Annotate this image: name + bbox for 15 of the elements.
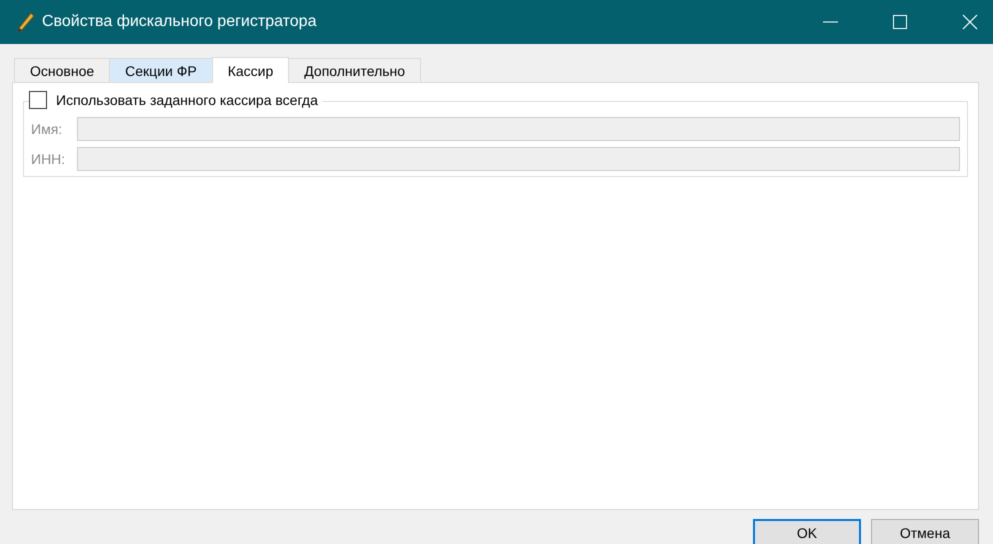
minimize-icon [822, 21, 838, 23]
maximize-icon [892, 14, 908, 30]
dialog-button[interactable]: Отмена [871, 519, 979, 544]
field-label: Имя: [31, 121, 64, 137]
tab[interactable]: Кассир [212, 57, 290, 83]
window-title: Свойства фискального регистратора [42, 13, 318, 31]
tab[interactable]: Основное [14, 58, 110, 82]
tab[interactable]: Дополнительно [288, 58, 422, 82]
tab[interactable]: Секции ФР [109, 58, 213, 82]
close-icon [962, 14, 978, 30]
pencil-icon [16, 11, 36, 33]
checkbox[interactable] [29, 91, 47, 109]
checkbox-label: Использовать заданного кассира всегда [56, 92, 318, 108]
field-label: ИНН: [31, 151, 66, 167]
dialog-button[interactable]: OK [753, 519, 861, 544]
